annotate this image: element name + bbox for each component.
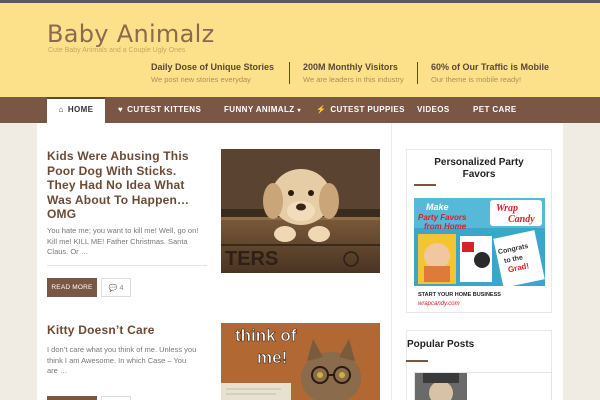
caret-down-icon: ▾ <box>297 108 301 114</box>
header-stat-visitors: 200M Monthly Visitors We are leaders in … <box>303 62 404 84</box>
site-tagline: Cute Baby Animals and a Couple Ugly Ones <box>48 47 186 54</box>
post-thumbnail-kitty[interactable]: think of me! <box>221 323 380 400</box>
nav-label: HOME <box>67 105 94 114</box>
site-title[interactable]: Baby Animalz <box>47 20 215 48</box>
header-stat-stories: Daily Dose of Unique Stories We post new… <box>151 62 274 84</box>
comments-button[interactable] <box>101 396 131 400</box>
crate-lettering: TERS <box>225 248 278 270</box>
ad-text: Party Favors <box>418 213 467 222</box>
title-line: They Had No Idea What <box>47 178 185 192</box>
site-header: Baby Animalz Cute Baby Animals and a Cou… <box>0 0 600 97</box>
nav-item-home[interactable]: ⌂ HOME <box>47 97 105 123</box>
kitty-image: think of me! <box>221 323 380 400</box>
widget-title: Personalized Party Favors <box>407 157 551 181</box>
ad-banner-wrapcandy[interactable]: Make Party Favors from Home Wrap Candy C… <box>414 198 545 308</box>
ad-footer: wrapcandy.com <box>418 301 460 307</box>
title-line: Favors <box>462 169 496 180</box>
stat-title: 60% of Our Traffic is Mobile <box>431 62 550 72</box>
stat-title: 200M Monthly Visitors <box>303 62 398 72</box>
bolt-icon: ⚡ <box>316 105 327 114</box>
widget-underline <box>414 184 436 186</box>
stat-subtitle: We are leaders in this industry <box>303 75 404 84</box>
nav-item-pet-care[interactable]: PET CARE <box>473 97 517 123</box>
post-title-2[interactable]: Kitty Doesn’t Care <box>47 323 155 338</box>
nav-label: VIDEOS <box>417 105 450 114</box>
nav-item-videos[interactable]: VIDEOS <box>417 97 450 123</box>
post-excerpt-1: You hate me; you want to kill me! Well, … <box>47 226 198 258</box>
ad-footer: START YOUR HOME BUSINESS <box>418 292 501 298</box>
title-line: OMG <box>47 207 77 221</box>
header-stat-mobile: 60% of Our Traffic is Mobile Our theme i… <box>431 62 549 84</box>
excerpt-line: Claus. Or … <box>47 247 89 256</box>
title-line: Kitty Doesn’t Care <box>47 323 155 337</box>
excerpt-line: think I am Awesome. In which Case – You <box>47 355 187 365</box>
post-title-1[interactable]: Kids Were Abusing This Poor Dog With Sti… <box>47 149 189 222</box>
widget-underline <box>406 360 428 362</box>
read-more-button[interactable] <box>47 396 97 400</box>
excerpt-line: You hate me; you want to kill me! Well, … <box>47 226 199 235</box>
title-line: Personalized Party <box>434 157 524 168</box>
ad-brand: Candy <box>508 214 535 225</box>
image-caption: me! <box>257 348 287 367</box>
home-icon: ⌂ <box>58 105 64 114</box>
stat-divider <box>289 62 290 84</box>
widget-title: Popular Posts <box>407 339 475 350</box>
popular-post-item[interactable] <box>414 372 552 400</box>
nav-item-cutest-kittens[interactable]: ♥ CUTEST KITTENS <box>118 97 201 123</box>
nav-label: CUTEST PUPPIES <box>330 105 405 114</box>
stat-subtitle: Our theme is mobile ready! <box>431 75 522 84</box>
nav-label: PET CARE <box>473 105 517 114</box>
ad-image: Make Party Favors from Home Wrap Candy C… <box>414 198 545 308</box>
ad-brand: Wrap <box>496 203 518 214</box>
ad-text: from Home <box>424 222 467 231</box>
excerpt-line: are … <box>47 366 68 375</box>
comment-count: 4 <box>119 283 124 292</box>
post-divider <box>47 265 207 266</box>
ad-text: Make <box>426 202 449 212</box>
main-nav: ⌂ HOME ♥ CUTEST KITTENS FUNNY ANIMALZ ▾ ⚡ CU… <box>0 97 600 123</box>
title-line: Was About To Happen… <box>47 192 190 207</box>
stat-divider <box>417 62 418 84</box>
post-thumbnail-puppy[interactable]: TERS <box>221 149 380 273</box>
nav-item-cutest-puppies[interactable]: ⚡ CUTEST PUPPIES <box>316 97 405 123</box>
nav-label: CUTEST KITTENS <box>127 105 202 114</box>
title-line: Kids Were Abusing This <box>47 149 189 163</box>
title-line: Poor Dog With Sticks. <box>47 163 177 178</box>
comments-button[interactable]: 💬 4 <box>101 278 131 297</box>
comment-icon: 💬 <box>108 285 118 292</box>
image-caption: think of <box>235 326 297 345</box>
nav-item-funny-animalz[interactable]: FUNNY ANIMALZ ▾ <box>224 97 301 123</box>
post-excerpt-2: I don’t care what you think of me. Unles… <box>47 345 196 377</box>
read-more-button[interactable]: READ MORE <box>47 278 97 297</box>
excerpt-line: I don’t care what you think of me. Unles… <box>47 345 197 354</box>
puppy-image: TERS <box>221 149 380 273</box>
popular-post-thumbnail <box>415 373 467 400</box>
stat-subtitle: We post new stories everyday <box>151 75 251 84</box>
heart-icon: ♥ <box>118 105 124 114</box>
stat-title: Daily Dose of Unique Stories <box>151 62 275 72</box>
excerpt-line: Kill me! KILL ME! Father Christmas. Sant… <box>47 236 188 246</box>
nav-label: FUNNY ANIMALZ <box>224 105 295 114</box>
